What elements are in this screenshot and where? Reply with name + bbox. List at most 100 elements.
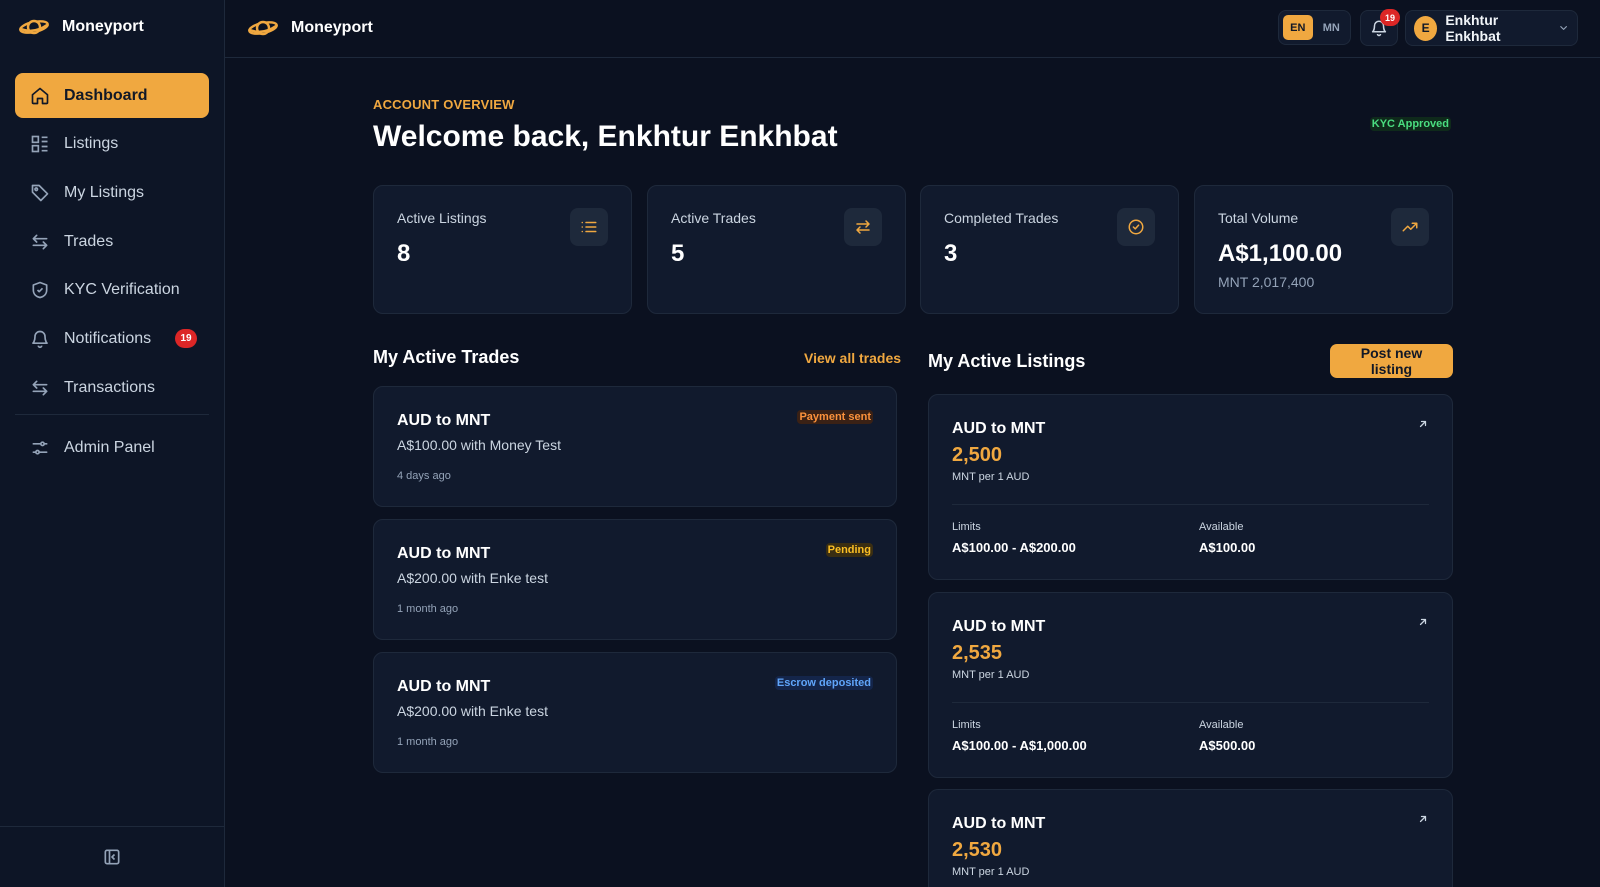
- available-value: A$500.00: [1199, 738, 1256, 753]
- sliders-icon: [32, 440, 48, 455]
- avatar: E: [1414, 15, 1438, 41]
- listing-card[interactable]: AUD to MNT 2,500 MNT per 1 AUD Limits A$…: [928, 394, 1453, 580]
- trade-pair: AUD to MNT: [397, 678, 491, 695]
- trade-description: A$200.00 with Enke test: [397, 703, 548, 719]
- listing-rate-unit: MNT per 1 AUD: [952, 866, 1030, 878]
- status-badge: Escrow deposited: [774, 676, 873, 690]
- sidebar-item-label: Trades: [64, 232, 114, 250]
- notifications-count-badge: 19: [175, 329, 197, 349]
- stat-card-completed-trades: Completed Trades 3: [920, 185, 1179, 314]
- notifications-button[interactable]: 19: [1360, 9, 1400, 46]
- list-icon: [581, 221, 597, 233]
- stat-label: Active Trades: [671, 210, 756, 226]
- limits-value: A$100.00 - A$200.00: [952, 540, 1076, 555]
- planet-logo-icon: [19, 19, 49, 35]
- listing-rate: 2,530: [952, 839, 1003, 861]
- trade-time: 4 days ago: [397, 470, 451, 482]
- sidebar-item-kyc-verification[interactable]: KYC Verification: [15, 268, 209, 313]
- trade-description: A$200.00 with Enke test: [397, 570, 548, 586]
- sidebar-nav: Dashboard Listings My Listings Trades KY…: [15, 73, 209, 474]
- view-all-trades-link[interactable]: View all trades: [804, 350, 901, 366]
- chevron-down-icon: [1560, 26, 1567, 30]
- stat-label: Total Volume: [1218, 210, 1299, 226]
- stat-card-active-listings: Active Listings 8: [373, 185, 632, 314]
- sidebar-item-transactions[interactable]: Transactions: [15, 365, 209, 410]
- stat-value: 3: [944, 240, 958, 267]
- tag-icon: [31, 184, 49, 202]
- sidebar-item-label: Transactions: [64, 378, 155, 396]
- stat-icon-box: [570, 208, 608, 246]
- user-menu-button[interactable]: E Enkhtur Enkhbat: [1405, 10, 1578, 46]
- stat-subvalue: MNT 2,017,400: [1218, 274, 1315, 290]
- kyc-status-badge: KYC Approved: [1369, 117, 1451, 131]
- stat-icon-box: [1117, 208, 1155, 246]
- listing-divider: [952, 702, 1429, 703]
- limits-label: Limits: [952, 719, 981, 731]
- external-link-icon[interactable]: [1417, 616, 1429, 628]
- listing-pair: AUD to MNT: [952, 420, 1046, 437]
- sidebar-item-dashboard[interactable]: Dashboard: [15, 73, 209, 118]
- bell-icon: [32, 330, 48, 349]
- status-badge: Pending: [825, 543, 873, 557]
- sidebar-item-admin-panel[interactable]: Admin Panel: [15, 425, 209, 470]
- stat-icon-box: [1391, 208, 1429, 246]
- trade-description: A$100.00 with Money Test: [397, 437, 561, 453]
- sidebar-item-label: My Listings: [64, 183, 145, 201]
- stat-card-total-volume: Total Volume A$1,100.00 MNT 2,017,400: [1194, 185, 1453, 314]
- active-trades-title: My Active Trades: [373, 347, 520, 367]
- sidebar-item-label: KYC Verification: [64, 281, 180, 299]
- available-label: Available: [1199, 521, 1244, 533]
- section-eyebrow: ACCOUNT OVERVIEW: [373, 97, 515, 112]
- listing-pair: AUD to MNT: [952, 618, 1046, 635]
- lang-en-button[interactable]: EN: [1283, 15, 1313, 40]
- stat-value: A$1,100.00: [1218, 240, 1343, 267]
- limits-label: Limits: [952, 521, 981, 533]
- active-listings-title: My Active Listings: [928, 351, 1086, 371]
- listing-rate: 2,535: [952, 642, 1003, 664]
- sidebar-brand[interactable]: Moneyport: [18, 14, 144, 40]
- planet-logo-icon: [248, 20, 278, 36]
- brand-name: Moneyport: [62, 18, 144, 35]
- home-icon: [31, 87, 49, 104]
- limits-value: A$100.00 - A$1,000.00: [952, 738, 1087, 753]
- stat-label: Active Listings: [397, 210, 487, 226]
- trade-card[interactable]: AUD to MNT A$200.00 with Enke test 1 mon…: [373, 652, 897, 773]
- stat-label: Completed Trades: [944, 210, 1059, 226]
- status-badge: Payment sent: [797, 410, 873, 424]
- trade-card[interactable]: AUD to MNT A$100.00 with Money Test 4 da…: [373, 386, 897, 507]
- list-grid-icon: [31, 135, 48, 153]
- language-switcher: EN MN: [1278, 10, 1351, 45]
- sidebar-item-notifications[interactable]: Notifications 19: [15, 316, 209, 361]
- trade-time: 1 month ago: [397, 603, 459, 615]
- notifications-count-badge: 19: [1380, 9, 1400, 26]
- listing-card[interactable]: AUD to MNT 2,530 MNT per 1 AUD: [928, 789, 1453, 887]
- trade-pair: AUD to MNT: [397, 412, 491, 429]
- trending-up-icon: [1402, 222, 1418, 232]
- collapse-sidebar-icon[interactable]: [102, 847, 122, 867]
- sidebar-item-trades[interactable]: Trades: [15, 219, 209, 264]
- external-link-icon[interactable]: [1417, 418, 1429, 430]
- check-circle-icon: [1128, 219, 1144, 235]
- listing-pair: AUD to MNT: [952, 815, 1046, 832]
- sidebar-item-listings[interactable]: Listings: [15, 122, 209, 167]
- swap-arrows-icon: [856, 220, 870, 234]
- sidebar-item-label: Listings: [64, 135, 119, 153]
- lang-mn-button[interactable]: MN: [1317, 15, 1347, 40]
- stat-card-active-trades: Active Trades 5: [647, 185, 906, 314]
- topbar-brand[interactable]: Moneyport: [247, 14, 373, 42]
- swap-arrows-icon: [32, 380, 48, 396]
- trade-time: 1 month ago: [397, 736, 459, 748]
- sidebar-item-my-listings[interactable]: My Listings: [15, 170, 209, 215]
- external-link-icon[interactable]: [1417, 813, 1429, 825]
- user-name: Enkhtur Enkhbat: [1445, 12, 1501, 44]
- listing-card[interactable]: AUD to MNT 2,535 MNT per 1 AUD Limits A$…: [928, 592, 1453, 778]
- sidebar-item-label: Dashboard: [64, 86, 148, 104]
- topbar: Moneyport EN MN 19 E Enkhtur Enkhbat: [225, 0, 1600, 58]
- stat-value: 5: [671, 240, 685, 267]
- page-title: Welcome back, Enkhtur Enkhbat: [373, 120, 838, 153]
- shield-check-icon: [32, 281, 48, 299]
- post-new-listing-button[interactable]: Post new listing: [1330, 344, 1453, 378]
- listing-rate-unit: MNT per 1 AUD: [952, 669, 1030, 681]
- available-value: A$100.00: [1199, 540, 1256, 555]
- trade-card[interactable]: AUD to MNT A$200.00 with Enke test 1 mon…: [373, 519, 897, 640]
